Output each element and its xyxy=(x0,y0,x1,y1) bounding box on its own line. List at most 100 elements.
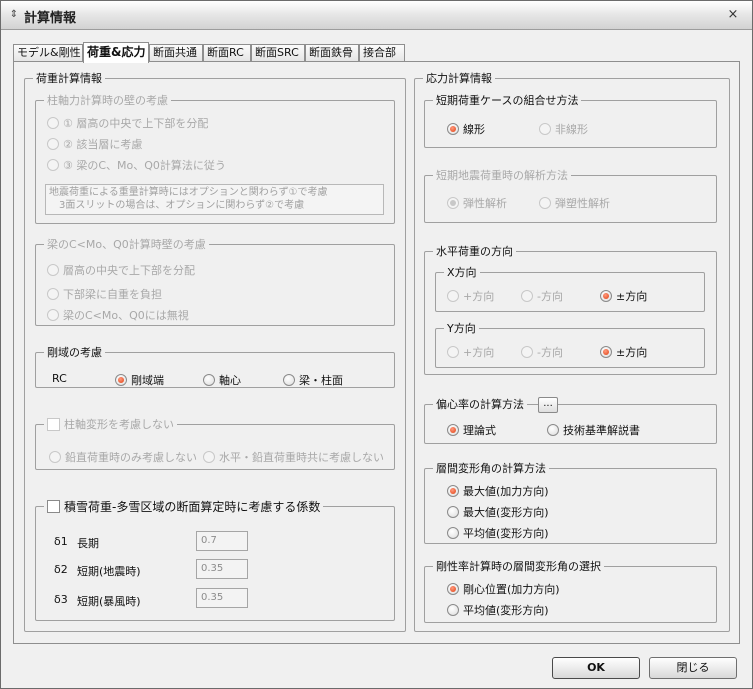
chevron-updown-icon[interactable]: ⇕ xyxy=(7,8,21,22)
story-drift-title: 層間変形角の計算方法 xyxy=(436,462,546,475)
dialog-window: ⇕ 計算情報 × モデル&剛性 荷重&応力 断面共通 断面RC 断面SRC 断面… xyxy=(0,0,753,689)
radio-icon xyxy=(539,123,551,135)
radio-icon xyxy=(47,159,59,171)
snow-title: 積雪荷重-多雪区域の断面算定時に考慮する係数 xyxy=(64,500,321,514)
rigid-zone-option-face[interactable]: 梁・柱面 xyxy=(283,372,343,388)
close-button[interactable]: 閉じる xyxy=(649,657,737,679)
radio-icon xyxy=(521,346,533,358)
story-drift-option-2[interactable]: 最大値(変形方向) xyxy=(447,504,549,520)
rigidity-drift-option-2[interactable]: 平均値(変形方向) xyxy=(447,602,549,618)
rigid-zone-option-end[interactable]: 剛域端 xyxy=(115,372,164,388)
tab-joint[interactable]: 接合部 xyxy=(359,44,405,62)
radio-icon xyxy=(47,117,59,129)
x-dir-option-minus[interactable]: -方向 xyxy=(521,288,563,304)
story-drift-option-1[interactable]: 最大値(加力方向) xyxy=(447,483,549,499)
story-drift-option-3[interactable]: 平均値(変形方向) xyxy=(447,525,549,541)
radio-icon xyxy=(447,346,459,358)
radio-icon xyxy=(203,451,215,463)
close-icon[interactable]: × xyxy=(724,6,742,24)
radio-icon xyxy=(447,290,459,302)
tab-section-rc[interactable]: 断面RC xyxy=(203,44,251,62)
snow-row-3-label: 短期(暴風時) xyxy=(77,595,141,608)
stress-info-title: 応力計算情報 xyxy=(426,72,492,85)
eccentricity-title: 偏心率の計算方法 xyxy=(436,398,524,411)
tab-panel: 荷重計算情報 柱軸力計算時の壁の考慮 ① 層高の中央で上下部を分配 ② 該当層に… xyxy=(13,61,740,644)
radio-checked-icon xyxy=(600,346,612,358)
radio-icon xyxy=(447,506,459,518)
column-deform-legend: 柱軸変形を考慮しない xyxy=(44,416,177,432)
radio-icon xyxy=(283,374,295,386)
radio-icon xyxy=(47,264,59,276)
tab-load-stress[interactable]: 荷重&応力 xyxy=(83,42,149,63)
short-combo-group: 短期荷重ケースの組合せ方法 xyxy=(424,92,717,148)
radio-icon xyxy=(547,424,559,436)
wall-axial-title: 柱軸力計算時の壁の考慮 xyxy=(47,94,168,107)
snow-row-1-input[interactable]: 0.7 xyxy=(196,531,248,551)
x-dir-option-both[interactable]: ±方向 xyxy=(600,288,647,304)
column-deform-option-2[interactable]: 水平・鉛直荷重時共に考慮しない xyxy=(203,449,384,465)
load-info-title: 荷重計算情報 xyxy=(36,72,102,85)
radio-icon xyxy=(203,374,215,386)
x-dir-option-plus[interactable]: +方向 xyxy=(447,288,494,304)
short-combo-option-linear[interactable]: 線形 xyxy=(447,121,485,137)
tab-model-rigidity[interactable]: モデル&剛性 xyxy=(13,44,83,62)
rigidity-drift-option-1[interactable]: 剛心位置(加力方向) xyxy=(447,581,560,597)
snow-row-3-input[interactable]: 0.35 xyxy=(196,588,248,608)
horizontal-dir-title: 水平荷重の方向 xyxy=(436,245,513,258)
rigid-zone-option-axis[interactable]: 軸心 xyxy=(203,372,241,388)
beam-wall-option-1[interactable]: 層高の中央で上下部を分配 xyxy=(47,262,195,278)
radio-checked-icon xyxy=(447,583,459,595)
radio-checked-icon xyxy=(115,374,127,386)
short-combo-title: 短期荷重ケースの組合せ方法 xyxy=(436,94,579,107)
radio-checked-icon xyxy=(447,485,459,497)
column-deform-title: 柱軸変形を考慮しない xyxy=(64,418,174,431)
radio-icon xyxy=(47,309,59,321)
radio-checked-icon xyxy=(447,424,459,436)
column-deform-checkbox[interactable] xyxy=(47,417,60,431)
radio-icon xyxy=(539,197,551,209)
eccentricity-settings-button[interactable]: ... xyxy=(538,397,558,413)
ok-button[interactable]: OK xyxy=(552,657,640,679)
radio-icon xyxy=(49,451,61,463)
snow-row-2-symbol: δ2 xyxy=(54,563,68,576)
y-dir-option-plus[interactable]: +方向 xyxy=(447,344,494,360)
wall-axial-option-3[interactable]: ③ 梁のC、Mo、Q0計算法に従う xyxy=(47,157,226,173)
rigid-zone-row-label: RC xyxy=(52,372,67,385)
beam-wall-title: 梁のC<Mo、Q0計算時壁の考慮 xyxy=(47,238,206,251)
snow-row-2-input[interactable]: 0.35 xyxy=(196,559,248,579)
radio-checked-icon xyxy=(447,197,459,209)
snow-row-1-symbol: δ1 xyxy=(54,535,68,548)
wall-axial-note: 地震荷重による重量計算時にはオプションと関わらず①で考慮 3面スリットの場合は、… xyxy=(45,184,384,215)
y-dir-title: Y方向 xyxy=(447,322,476,335)
beam-wall-option-2[interactable]: 下部梁に自重を負担 xyxy=(47,286,162,302)
radio-checked-icon xyxy=(600,290,612,302)
radio-icon xyxy=(47,138,59,150)
beam-wall-option-3[interactable]: 梁のC<Mo、Q0には無視 xyxy=(47,307,189,323)
column-deform-option-1[interactable]: 鉛直荷重時のみ考慮しない xyxy=(49,449,197,465)
y-dir-option-both[interactable]: ±方向 xyxy=(600,344,647,360)
rigid-zone-title: 剛域の考慮 xyxy=(47,346,102,359)
snow-row-1-label: 長期 xyxy=(77,537,99,550)
tab-section-common[interactable]: 断面共通 xyxy=(149,44,203,62)
wall-axial-option-1[interactable]: ① 層高の中央で上下部を分配 xyxy=(47,115,208,131)
tab-section-steel[interactable]: 断面鉄骨 xyxy=(305,44,359,62)
eccentricity-option-theory[interactable]: 理論式 xyxy=(447,422,496,438)
short-seismic-title: 短期地震荷重時の解析方法 xyxy=(436,169,568,182)
snow-legend: 積雪荷重-多雪区域の断面算定時に考慮する係数 xyxy=(44,498,323,515)
short-seismic-option-elastic[interactable]: 弾性解析 xyxy=(447,195,507,211)
window-title: 計算情報 xyxy=(24,11,77,26)
radio-icon xyxy=(47,288,59,300)
snow-checkbox[interactable] xyxy=(47,500,60,513)
short-seismic-option-plastic[interactable]: 弾塑性解析 xyxy=(539,195,610,211)
x-dir-title: X方向 xyxy=(447,266,477,279)
radio-icon xyxy=(447,527,459,539)
snow-row-2-label: 短期(地震時) xyxy=(77,565,141,578)
wall-axial-option-2[interactable]: ② 該当層に考慮 xyxy=(47,136,142,152)
short-combo-option-nonlinear[interactable]: 非線形 xyxy=(539,121,588,137)
tab-section-src[interactable]: 断面SRC xyxy=(251,44,305,62)
title-bar[interactable]: ⇕ 計算情報 × xyxy=(1,1,752,30)
y-dir-option-minus[interactable]: -方向 xyxy=(521,344,563,360)
rigidity-drift-title: 剛性率計算時の層間変形角の選択 xyxy=(436,560,601,573)
radio-icon xyxy=(521,290,533,302)
eccentricity-option-standard[interactable]: 技術基準解説書 xyxy=(547,422,640,438)
